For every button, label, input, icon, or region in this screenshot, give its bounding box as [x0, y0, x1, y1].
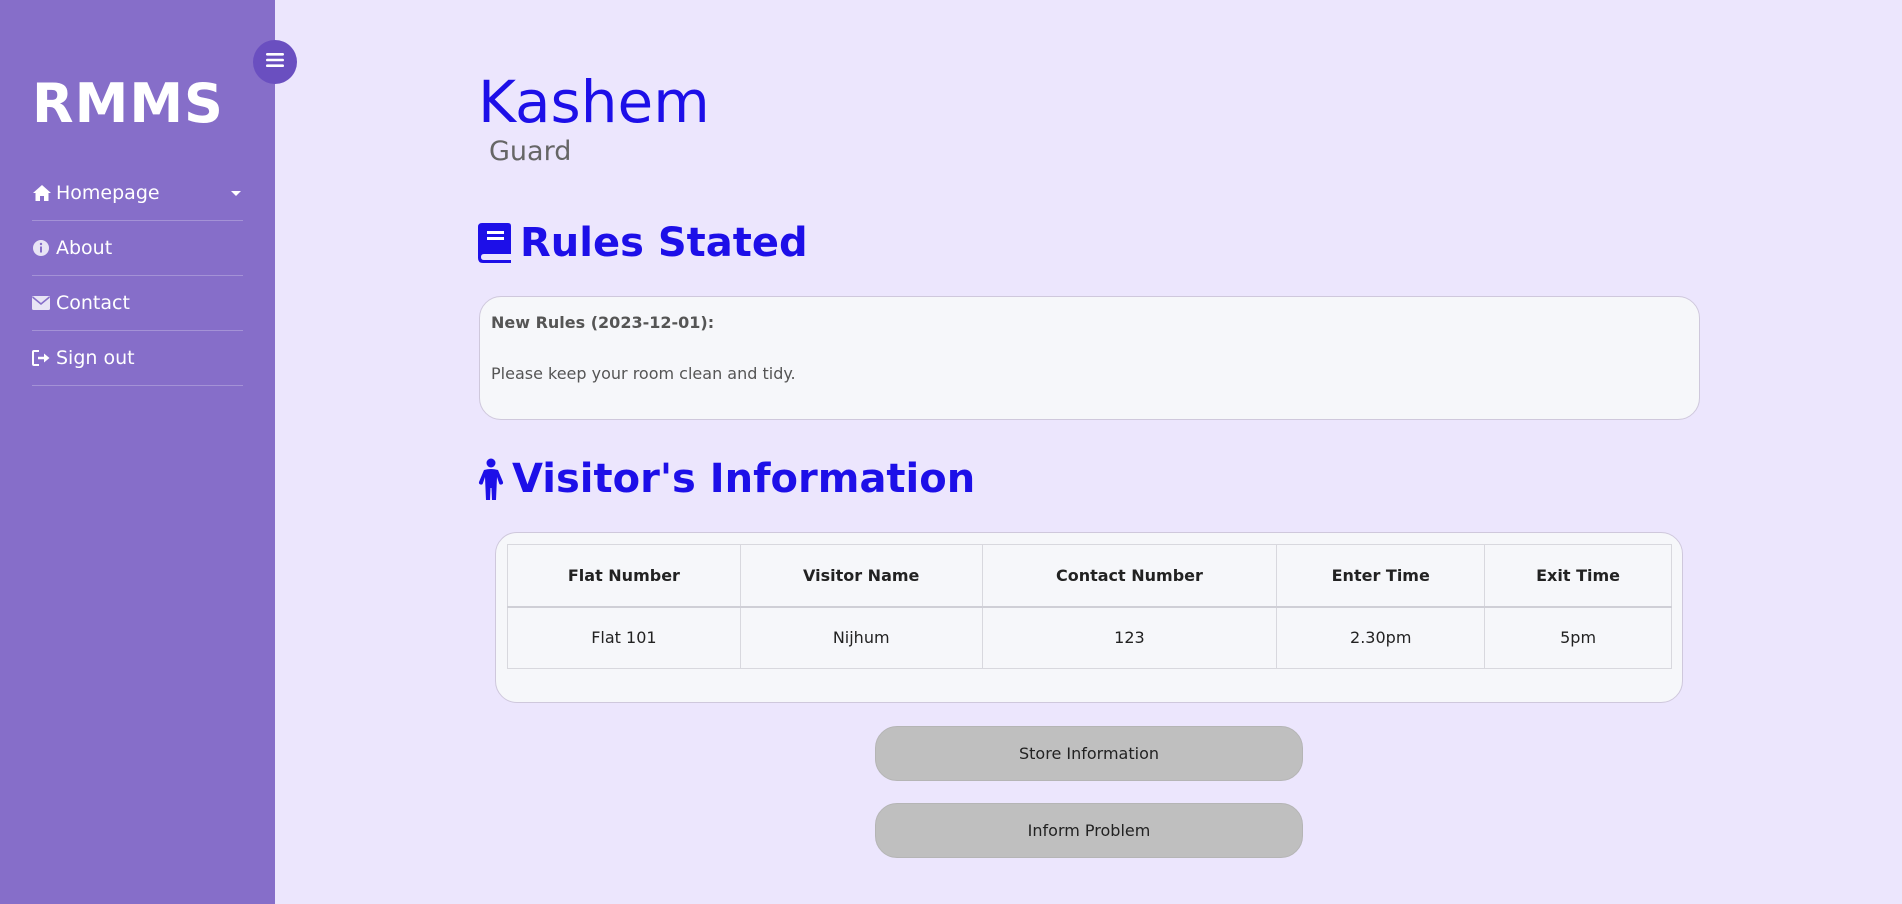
- visitor-table-card: Flat Number Visitor Name Contact Number …: [495, 532, 1683, 703]
- sidebar-item-label: Contact: [56, 292, 130, 314]
- rules-box: New Rules (2023-12-01): Please keep your…: [479, 296, 1700, 420]
- user-role: Guard: [489, 136, 572, 167]
- cell-visitor-name: Nijhum: [739, 606, 983, 669]
- visitor-section-title: Visitor's Information: [478, 456, 975, 502]
- column-header-exit-time: Exit Time: [1484, 544, 1672, 608]
- sidebar-nav: Homepage About Contact Sign out: [32, 166, 243, 386]
- sidebar-item-about[interactable]: About: [32, 221, 243, 276]
- column-header-contact-number: Contact Number: [981, 544, 1278, 608]
- cell-exit-time: 5pm: [1484, 606, 1672, 669]
- rules-section-title: Rules Stated: [478, 220, 808, 266]
- sidebar-item-homepage[interactable]: Homepage: [32, 166, 243, 221]
- visitor-table: Flat Number Visitor Name Contact Number …: [507, 544, 1672, 669]
- rules-title-text: Rules Stated: [520, 220, 808, 266]
- table-header-row: Flat Number Visitor Name Contact Number …: [507, 544, 1672, 608]
- brand-logo[interactable]: RMMS: [32, 72, 224, 135]
- rules-heading: New Rules (2023-12-01):: [491, 313, 715, 332]
- info-icon: [32, 238, 54, 258]
- main-content: Kashem Guard Rules Stated New Rules (202…: [275, 0, 1902, 904]
- column-header-enter-time: Enter Time: [1276, 544, 1486, 608]
- sidebar-toggle-button[interactable]: [253, 40, 297, 84]
- book-icon: [478, 223, 512, 263]
- user-name: Kashem: [478, 68, 710, 136]
- sign-out-icon: [32, 348, 54, 368]
- cell-flat-number: Flat 101: [507, 606, 741, 669]
- person-icon: [478, 458, 504, 500]
- envelope-icon: [32, 293, 54, 313]
- visitor-title-text: Visitor's Information: [512, 456, 976, 502]
- cell-enter-time: 2.30pm: [1276, 606, 1486, 669]
- chevron-down-icon: [231, 190, 241, 196]
- rules-body: Please keep your room clean and tidy.: [491, 364, 796, 383]
- sidebar-item-label: Homepage: [56, 182, 160, 204]
- sidebar-item-contact[interactable]: Contact: [32, 276, 243, 331]
- sidebar: RMMS Homepage About Contact Sign out: [0, 0, 275, 904]
- sidebar-item-label: About: [56, 237, 113, 259]
- column-header-flat-number: Flat Number: [507, 544, 741, 608]
- table-row: Flat 101 Nijhum 123 2.30pm 5pm: [507, 606, 1672, 669]
- sidebar-item-label: Sign out: [56, 347, 135, 369]
- store-information-button[interactable]: Store Information: [875, 726, 1303, 781]
- cell-contact-number: 123: [981, 606, 1278, 669]
- hamburger-icon: [265, 52, 285, 72]
- sidebar-item-sign-out[interactable]: Sign out: [32, 331, 243, 386]
- column-header-visitor-name: Visitor Name: [739, 544, 983, 608]
- home-icon: [32, 183, 54, 203]
- inform-problem-button[interactable]: Inform Problem: [875, 803, 1303, 858]
